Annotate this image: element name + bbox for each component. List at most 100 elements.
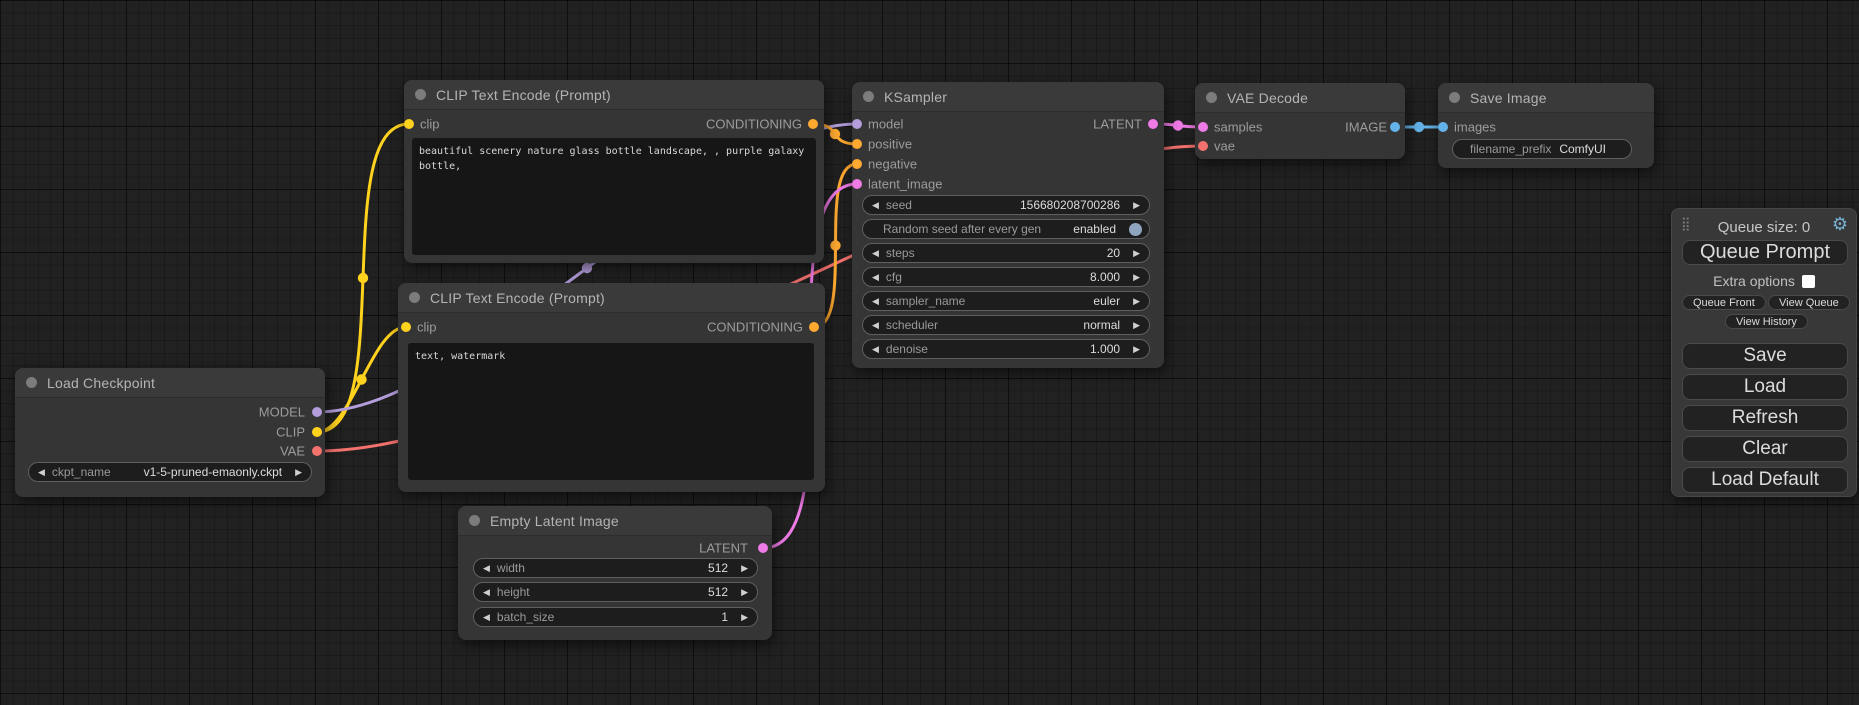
toggle-circle-icon[interactable]	[1129, 223, 1142, 236]
widget-label: steps	[886, 246, 915, 260]
widget-steps[interactable]: ◀ steps 20 ▶	[862, 243, 1150, 263]
widget-sampler-name[interactable]: ◀ sampler_name euler ▶	[862, 291, 1150, 311]
output-slot-vae[interactable]	[312, 446, 322, 456]
input-slot-latent-image[interactable]	[852, 179, 862, 189]
input-slot-model[interactable]	[852, 119, 862, 129]
widget-denoise[interactable]: ◀ denoise 1.000 ▶	[862, 339, 1150, 359]
output-label-vae: VAE	[280, 444, 305, 459]
output-label-model: MODEL	[259, 405, 305, 420]
widget-random-seed-toggle[interactable]: Random seed after every gen enabled	[862, 219, 1150, 239]
collapse-dot-icon[interactable]	[415, 89, 426, 100]
load-default-button[interactable]: Load Default	[1682, 467, 1848, 493]
queue-prompt-button[interactable]: Queue Prompt	[1682, 240, 1848, 265]
output-label-image: IMAGE	[1345, 120, 1387, 135]
node-load-checkpoint[interactable]: Load Checkpoint MODEL CLIP VAE ◀ ckpt_na…	[15, 368, 325, 497]
input-slot-vae[interactable]	[1198, 141, 1208, 151]
load-button[interactable]: Load	[1682, 374, 1848, 400]
decrement-arrow-icon[interactable]: ◀	[872, 321, 879, 330]
widget-label: seed	[886, 198, 912, 212]
view-history-button[interactable]: View History	[1725, 314, 1808, 329]
widget-seed[interactable]: ◀ seed 156680208700286 ▶	[862, 195, 1150, 215]
extra-options-label: Extra options	[1713, 273, 1795, 289]
input-label-model: model	[868, 117, 903, 132]
widget-scheduler[interactable]: ◀ scheduler normal ▶	[862, 315, 1150, 335]
widget-label: ckpt_name	[52, 465, 111, 479]
output-slot-model[interactable]	[312, 407, 322, 417]
output-slot-clip[interactable]	[312, 427, 322, 437]
output-label-latent: LATENT	[1093, 117, 1142, 132]
increment-arrow-icon[interactable]: ▶	[1133, 249, 1140, 258]
collapse-dot-icon[interactable]	[863, 91, 874, 102]
collapse-dot-icon[interactable]	[1449, 92, 1460, 103]
refresh-button[interactable]: Refresh	[1682, 405, 1848, 431]
node-save-image[interactable]: Save Image images filename_prefix ComfyU…	[1438, 83, 1654, 168]
widget-label: denoise	[886, 342, 928, 356]
node-empty-latent-image[interactable]: Empty Latent Image LATENT ◀ width 512 ▶ …	[458, 506, 772, 640]
comfyui-canvas[interactable]: { "colors": { "model": "#B39DDB", "clip"…	[0, 0, 1859, 705]
increment-arrow-icon[interactable]: ▶	[295, 468, 302, 477]
widget-filename-prefix[interactable]: filename_prefix ComfyUI	[1452, 139, 1632, 159]
output-slot-conditioning[interactable]	[809, 322, 819, 332]
clear-button[interactable]: Clear	[1682, 436, 1848, 462]
input-label-clip: clip	[417, 320, 437, 335]
widget-batch-size[interactable]: ◀ batch_size 1 ▶	[473, 607, 758, 627]
widget-height[interactable]: ◀ height 512 ▶	[473, 582, 758, 602]
decrement-arrow-icon[interactable]: ◀	[38, 468, 45, 477]
decrement-arrow-icon[interactable]: ◀	[483, 564, 490, 573]
widget-value: euler	[1093, 294, 1126, 308]
increment-arrow-icon[interactable]: ▶	[1133, 345, 1140, 354]
decrement-arrow-icon[interactable]: ◀	[483, 613, 490, 622]
increment-arrow-icon[interactable]: ▶	[741, 588, 748, 597]
widget-value: normal	[1083, 318, 1126, 332]
increment-arrow-icon[interactable]: ▶	[1133, 321, 1140, 330]
decrement-arrow-icon[interactable]: ◀	[872, 201, 879, 210]
view-queue-button[interactable]: View Queue	[1768, 295, 1850, 310]
widget-value: 1.000	[1090, 342, 1126, 356]
output-slot-latent[interactable]	[758, 543, 768, 553]
decrement-arrow-icon[interactable]: ◀	[483, 588, 490, 597]
queue-menu-panel[interactable]: ⣿ Queue size: 0 ⚙ Queue Prompt Extra opt…	[1671, 208, 1857, 497]
widget-ckpt-name[interactable]: ◀ ckpt_name v1-5-pruned-emaonly.ckpt ▶	[28, 462, 312, 482]
node-title-bar: KSampler	[852, 82, 1164, 112]
input-slot-images[interactable]	[1438, 122, 1448, 132]
widget-value: v1-5-pruned-emaonly.ckpt	[144, 465, 289, 479]
collapse-dot-icon[interactable]	[1206, 92, 1217, 103]
collapse-dot-icon[interactable]	[409, 292, 420, 303]
input-slot-clip[interactable]	[404, 119, 414, 129]
save-button[interactable]: Save	[1682, 343, 1848, 369]
collapse-dot-icon[interactable]	[469, 515, 480, 526]
node-vae-decode[interactable]: VAE Decode samples vae IMAGE	[1195, 83, 1405, 159]
widget-label: height	[497, 585, 530, 599]
output-slot-conditioning[interactable]	[808, 119, 818, 129]
input-label-images: images	[1454, 120, 1496, 135]
negative-prompt-textarea[interactable]: text, watermark	[408, 343, 814, 480]
node-clip-text-encode-negative[interactable]: CLIP Text Encode (Prompt) clip CONDITION…	[398, 283, 825, 492]
increment-arrow-icon[interactable]: ▶	[741, 613, 748, 622]
input-slot-samples[interactable]	[1198, 122, 1208, 132]
increment-arrow-icon[interactable]: ▶	[741, 564, 748, 573]
settings-gear-icon[interactable]: ⚙	[1832, 215, 1848, 233]
input-slot-positive[interactable]	[852, 139, 862, 149]
node-clip-text-encode-positive[interactable]: CLIP Text Encode (Prompt) clip CONDITION…	[404, 80, 824, 263]
output-slot-image[interactable]	[1390, 122, 1400, 132]
increment-arrow-icon[interactable]: ▶	[1133, 201, 1140, 210]
input-slot-negative[interactable]	[852, 159, 862, 169]
node-title-bar: Load Checkpoint	[15, 368, 325, 398]
positive-prompt-textarea[interactable]: beautiful scenery nature glass bottle la…	[412, 138, 816, 255]
decrement-arrow-icon[interactable]: ◀	[872, 273, 879, 282]
input-slot-clip[interactable]	[401, 322, 411, 332]
widget-label: sampler_name	[886, 294, 965, 308]
increment-arrow-icon[interactable]: ▶	[1133, 297, 1140, 306]
node-ksampler[interactable]: KSampler model positive negative latent_…	[852, 82, 1164, 368]
increment-arrow-icon[interactable]: ▶	[1133, 273, 1140, 282]
decrement-arrow-icon[interactable]: ◀	[872, 249, 879, 258]
extra-options-checkbox[interactable]	[1802, 275, 1815, 288]
decrement-arrow-icon[interactable]: ◀	[872, 297, 879, 306]
queue-front-button[interactable]: Queue Front	[1682, 295, 1766, 310]
output-slot-latent[interactable]	[1148, 119, 1158, 129]
decrement-arrow-icon[interactable]: ◀	[872, 345, 879, 354]
widget-cfg[interactable]: ◀ cfg 8.000 ▶	[862, 267, 1150, 287]
widget-width[interactable]: ◀ width 512 ▶	[473, 558, 758, 578]
collapse-dot-icon[interactable]	[26, 377, 37, 388]
node-title: CLIP Text Encode (Prompt)	[430, 290, 605, 306]
